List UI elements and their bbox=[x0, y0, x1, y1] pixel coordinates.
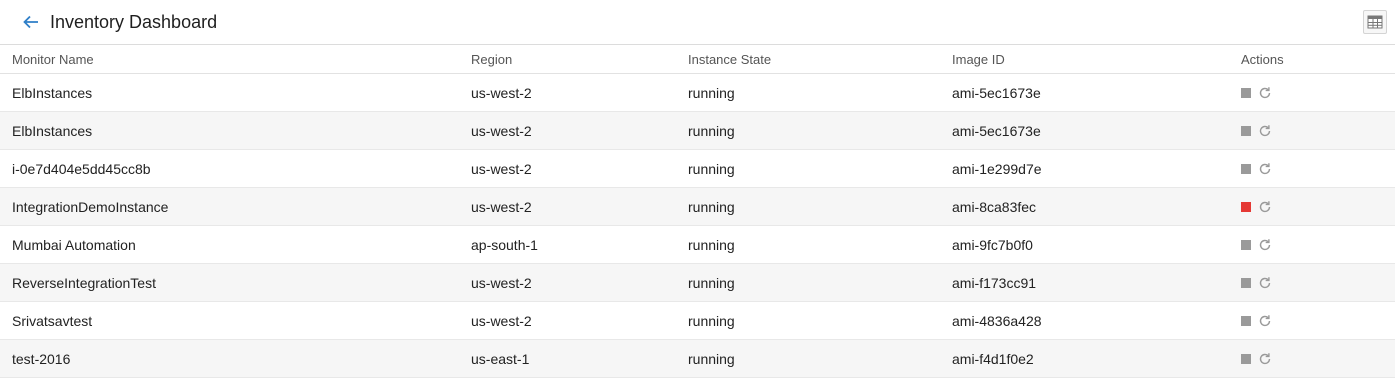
cell-monitor-name[interactable]: ElbInstances bbox=[0, 73, 471, 112]
stop-icon[interactable] bbox=[1241, 125, 1251, 136]
stop-icon[interactable] bbox=[1241, 239, 1251, 250]
cell-actions bbox=[1241, 225, 1395, 264]
back-arrow-icon[interactable] bbox=[22, 13, 40, 31]
cell-region: us-west-2 bbox=[471, 301, 688, 340]
row-actions bbox=[1241, 200, 1395, 214]
stop-icon[interactable] bbox=[1241, 87, 1251, 98]
cell-image-id: ami-f173cc91 bbox=[952, 263, 1241, 302]
table-row[interactable]: test-2016 us-east-1 running ami-f4d1f0e2 bbox=[0, 339, 1395, 378]
cell-actions bbox=[1241, 301, 1395, 340]
column-header-monitor-name[interactable]: Monitor Name bbox=[0, 45, 471, 74]
cell-instance-state: running bbox=[688, 301, 952, 340]
refresh-icon[interactable] bbox=[1258, 162, 1272, 176]
row-actions bbox=[1241, 276, 1395, 290]
cell-image-id: ami-5ec1673e bbox=[952, 111, 1241, 150]
table-row[interactable]: IntegrationDemoInstance us-west-2 running a… bbox=[0, 187, 1395, 226]
table-header-row: Monitor Name Region Instance State Image… bbox=[0, 45, 1395, 74]
table-body: ElbInstances us-west-2 running ami-5ec1673e… bbox=[0, 73, 1395, 378]
table-row[interactable]: i-0e7d404e5dd45cc8b us-west-2 running ami-1… bbox=[0, 149, 1395, 188]
refresh-icon[interactable] bbox=[1258, 276, 1272, 290]
refresh-icon[interactable] bbox=[1258, 124, 1272, 138]
row-actions bbox=[1241, 124, 1395, 138]
stop-icon[interactable] bbox=[1241, 201, 1251, 212]
table-row[interactable]: Srivatsavtest us-west-2 running ami-4836a42… bbox=[0, 301, 1395, 340]
stop-icon[interactable] bbox=[1241, 163, 1251, 174]
cell-image-id: ami-f4d1f0e2 bbox=[952, 339, 1241, 378]
cell-actions bbox=[1241, 263, 1395, 302]
cell-instance-state: running bbox=[688, 339, 952, 378]
cell-region: us-east-1 bbox=[471, 339, 688, 378]
cell-monitor-name[interactable]: Srivatsavtest bbox=[0, 301, 471, 340]
cell-region: us-west-2 bbox=[471, 111, 688, 150]
page-header: Inventory Dashboard bbox=[0, 0, 1395, 45]
cell-image-id: ami-4836a428 bbox=[952, 301, 1241, 340]
row-actions bbox=[1241, 238, 1395, 252]
table-row[interactable]: ElbInstances us-west-2 running ami-5ec1673e bbox=[0, 73, 1395, 112]
cell-image-id: ami-9fc7b0f0 bbox=[952, 225, 1241, 264]
refresh-icon[interactable] bbox=[1258, 86, 1272, 100]
cell-instance-state: running bbox=[688, 225, 952, 264]
cell-instance-state: running bbox=[688, 187, 952, 226]
cell-region: us-west-2 bbox=[471, 149, 688, 188]
stop-icon[interactable] bbox=[1241, 353, 1251, 364]
cell-region: ap-south-1 bbox=[471, 225, 688, 264]
cell-monitor-name[interactable]: test-2016 bbox=[0, 339, 471, 378]
page-title: Inventory Dashboard bbox=[50, 11, 218, 32]
stop-icon[interactable] bbox=[1241, 315, 1251, 326]
refresh-icon[interactable] bbox=[1258, 238, 1272, 252]
column-chooser-icon bbox=[1367, 15, 1383, 29]
refresh-icon[interactable] bbox=[1258, 352, 1272, 366]
cell-monitor-name[interactable]: IntegrationDemoInstance bbox=[0, 187, 471, 226]
row-actions bbox=[1241, 314, 1395, 328]
cell-monitor-name[interactable]: ElbInstances bbox=[0, 111, 471, 150]
cell-monitor-name[interactable]: Mumbai Automation bbox=[0, 225, 471, 264]
cell-region: us-west-2 bbox=[471, 73, 688, 112]
cell-actions bbox=[1241, 111, 1395, 150]
cell-instance-state: running bbox=[688, 263, 952, 302]
row-actions bbox=[1241, 162, 1395, 176]
column-header-region[interactable]: Region bbox=[471, 45, 688, 74]
cell-actions bbox=[1241, 339, 1395, 378]
cell-actions bbox=[1241, 187, 1395, 226]
row-actions bbox=[1241, 352, 1395, 366]
cell-region: us-west-2 bbox=[471, 263, 688, 302]
cell-image-id: ami-1e299d7e bbox=[952, 149, 1241, 188]
cell-image-id: ami-5ec1673e bbox=[952, 73, 1241, 112]
cell-instance-state: running bbox=[688, 111, 952, 150]
stop-icon[interactable] bbox=[1241, 277, 1251, 288]
refresh-icon[interactable] bbox=[1258, 314, 1272, 328]
table-row[interactable]: ReverseIntegrationTest us-west-2 running am… bbox=[0, 263, 1395, 302]
cell-region: us-west-2 bbox=[471, 187, 688, 226]
column-header-actions: Actions bbox=[1241, 45, 1395, 74]
column-chooser-button[interactable] bbox=[1363, 10, 1387, 34]
cell-instance-state: running bbox=[688, 149, 952, 188]
column-header-image-id[interactable]: Image ID bbox=[952, 45, 1241, 74]
cell-monitor-name[interactable]: i-0e7d404e5dd45cc8b bbox=[0, 149, 471, 188]
inventory-table: Monitor Name Region Instance State Image… bbox=[0, 45, 1395, 378]
row-actions bbox=[1241, 86, 1395, 100]
column-header-instance-state[interactable]: Instance State bbox=[688, 45, 952, 74]
table-row[interactable]: Mumbai Automation ap-south-1 running ami-9f… bbox=[0, 225, 1395, 264]
cell-instance-state: running bbox=[688, 73, 952, 112]
cell-actions bbox=[1241, 149, 1395, 188]
table-row[interactable]: ElbInstances us-west-2 running ami-5ec1673e bbox=[0, 111, 1395, 150]
cell-actions bbox=[1241, 73, 1395, 112]
cell-image-id: ami-8ca83fec bbox=[952, 187, 1241, 226]
refresh-icon[interactable] bbox=[1258, 200, 1272, 214]
cell-monitor-name[interactable]: ReverseIntegrationTest bbox=[0, 263, 471, 302]
